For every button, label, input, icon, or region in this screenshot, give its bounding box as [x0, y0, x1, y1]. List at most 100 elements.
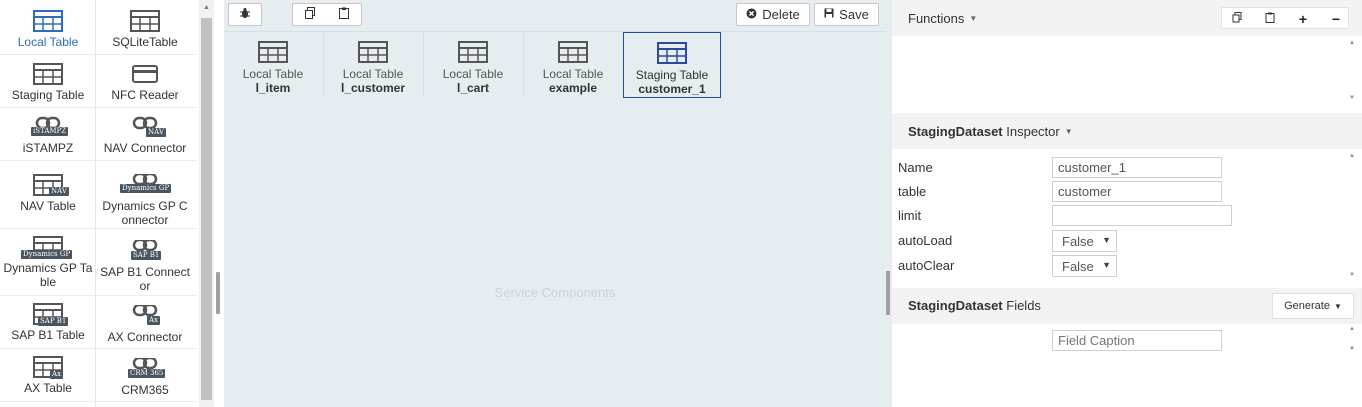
copy-button[interactable] [1222, 9, 1252, 29]
palette-item-label: SAP B1 Connect or [100, 265, 190, 293]
scroll-down-arrow-icon[interactable]: ▼ [1346, 346, 1358, 352]
component-l-cart[interactable]: Local Table l_cart [424, 32, 522, 98]
delete-button[interactable]: Delete [736, 3, 810, 26]
left-splitter[interactable] [214, 0, 224, 407]
palette-item-staging-table[interactable]: Staging Table [0, 63, 96, 102]
dropdown-arrow-icon: ▼ [1102, 260, 1111, 270]
prop-row-name: Name [898, 157, 1338, 181]
palette-item-nav-connector[interactable]: NAV NAV Connector [97, 116, 193, 155]
palette-item-istampz[interactable]: iSTAMPZ iSTAMPZ [0, 116, 96, 155]
paste-button[interactable] [1255, 9, 1285, 29]
fields-scrollbar[interactable]: ▲ ▼ [1346, 324, 1358, 358]
component-name: customer_1 [638, 82, 706, 96]
prop-label: autoLoad [898, 233, 953, 248]
bug-button[interactable] [228, 3, 262, 26]
scroll-down-arrow-icon[interactable]: ▼ [1346, 95, 1358, 101]
component-name: example [548, 81, 598, 95]
palette-item-nav-table[interactable]: NAV NAV Table [0, 174, 96, 213]
scroll-up-arrow-icon[interactable]: ▲ [1346, 326, 1358, 332]
palette-item-nfc-reader[interactable]: NFC Reader [97, 63, 193, 102]
component-type: Local Table [442, 67, 504, 81]
card-icon [130, 63, 160, 85]
table-icon [358, 41, 388, 63]
save-button[interactable]: Save [814, 3, 879, 26]
table-icon [33, 10, 63, 32]
right-panel: Functions ▼ + − ▲ ▼ StagingDataset Inspe… [892, 0, 1362, 407]
palette-item-label: Dynamics GP Ta ble [3, 261, 93, 289]
copy-icon[interactable] [304, 7, 316, 22]
prop-row-autoclear: autoClear False ▼ [898, 255, 1338, 279]
component-name: l_cart [456, 81, 490, 95]
palette-item-label: NAV Connector [103, 141, 187, 155]
splitter-grip[interactable] [216, 272, 220, 314]
palette-item-label: AX Table [24, 381, 72, 395]
palette-item-dynamics-gp-connector[interactable]: Dynamics GP Dynamics GP C onnector [97, 172, 193, 227]
palette-item-local-table[interactable]: Local Table [0, 10, 96, 49]
table-icon: Dynamics GP [21, 236, 73, 259]
scroll-up-arrow-icon[interactable]: ▲ [1346, 40, 1358, 46]
design-canvas[interactable]: Delete Save Local Table l_item Local Tab… [224, 0, 886, 407]
link-icon: Dynamics GP [120, 172, 172, 196]
palette-row-divider [0, 107, 197, 108]
field-caption-input[interactable] [1052, 330, 1222, 351]
name-input[interactable] [1052, 157, 1222, 178]
tag-label: CRM 365 [128, 369, 166, 378]
scrollbar-thumb[interactable] [201, 18, 212, 400]
tag-label: Dynamics GP [21, 250, 73, 259]
palette-item-label: NAV Table [20, 199, 76, 213]
component-l-item[interactable]: Local Table l_item [224, 32, 322, 98]
table-icon [33, 63, 63, 85]
palette-row-divider [0, 295, 197, 296]
tag-label: Ax [50, 370, 64, 379]
autoclear-select[interactable]: False ▼ [1052, 255, 1117, 277]
palette-item-label: iSTAMPZ [22, 141, 74, 155]
palette-item-label: Staging Table [11, 88, 85, 102]
canvas-placeholder: Service Components [494, 285, 616, 300]
tag-label: Ax [147, 316, 161, 325]
palette-scrollbar[interactable]: ▲ [199, 0, 214, 407]
prop-label: Name [898, 160, 933, 175]
component-name: l_item [255, 81, 291, 95]
limit-input[interactable] [1052, 205, 1232, 226]
component-palette: Local Table SQLiteTable Staging Table NF… [0, 0, 197, 407]
paste-icon[interactable] [338, 7, 350, 22]
tag-label: SAP B1 [131, 251, 162, 260]
palette-item-ax-connector[interactable]: Ax AX Connector [97, 303, 193, 344]
palette-item-dynamics-gp-table[interactable]: Dynamics GP Dynamics GP Ta ble [0, 236, 96, 289]
inspector-title[interactable]: StagingDataset Inspector ▼ [908, 124, 1073, 139]
palette-item-crm365[interactable]: CRM 365 CRM365 [97, 356, 193, 397]
functions-toolbar: + − [1221, 7, 1349, 29]
minus-icon: − [1331, 11, 1341, 27]
prop-label: autoClear [898, 258, 955, 273]
inspector-scrollbar[interactable]: ▲ ▼ [1346, 149, 1358, 284]
palette-item-sap-b1-table[interactable]: SAP B1 SAP B1 Table [0, 303, 96, 342]
copy-paste-group [292, 3, 362, 26]
link-icon: SAP B1 [130, 238, 162, 262]
component-example[interactable]: Local Table example [524, 32, 622, 98]
palette-row-divider [0, 228, 197, 229]
generate-button[interactable]: Generate ▼ [1272, 293, 1354, 319]
palette-item-sqlite-table[interactable]: SQLiteTable [97, 10, 193, 49]
functions-scrollbar[interactable]: ▲ ▼ [1346, 36, 1358, 108]
scroll-up-arrow-icon[interactable]: ▲ [199, 4, 214, 11]
link-icon: NAV [130, 116, 166, 138]
scroll-down-arrow-icon[interactable]: ▼ [1346, 272, 1358, 278]
remove-button[interactable]: − [1321, 9, 1351, 29]
palette-item-sap-b1-connector[interactable]: SAP B1 SAP B1 Connect or [97, 238, 193, 293]
scroll-up-arrow-icon[interactable]: ▲ [1346, 153, 1358, 159]
link-icon: Ax [130, 303, 161, 327]
component-l-customer[interactable]: Local Table l_customer [324, 32, 422, 98]
component-customer-1[interactable]: Staging Table customer_1 [623, 32, 721, 98]
palette-item-label: Local Table [17, 35, 79, 49]
palette-item-ax-table[interactable]: Ax AX Table [0, 356, 96, 395]
table-icon: SAP B1 [33, 303, 69, 326]
functions-title[interactable]: Functions ▼ [908, 11, 977, 26]
splitter-grip[interactable] [886, 271, 890, 315]
caret-down-icon: ▼ [1333, 301, 1342, 311]
autoload-select[interactable]: False ▼ [1052, 230, 1117, 252]
table-icon [657, 42, 687, 64]
tag-label: SAP B1 [38, 317, 69, 326]
add-button[interactable]: + [1288, 9, 1318, 29]
table-input[interactable] [1052, 181, 1222, 202]
component-type: Staging Table [635, 68, 709, 82]
